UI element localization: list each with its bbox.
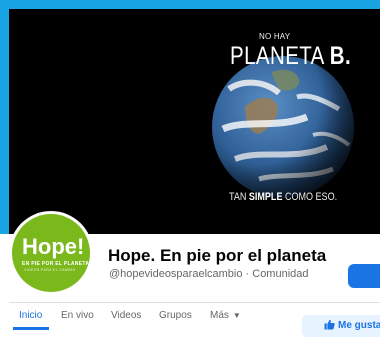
avatar-logo: Hope! EN PIE POR EL PLANETA VIDEOS PARA … (12, 214, 90, 292)
primary-action-button[interactable] (348, 264, 380, 288)
tab-grupos[interactable]: Grupos (159, 310, 192, 321)
cover-headline: PLANETA B. (230, 42, 351, 71)
tab-en-vivo[interactable]: En vivo (61, 310, 94, 321)
left-frame-strip (0, 9, 9, 234)
tab-mas-label: Más (210, 310, 229, 321)
cover-tagline-post: COMO ESO. (284, 191, 338, 203)
cover-tagline-pre: TAN (229, 191, 247, 203)
top-frame-strip (0, 0, 380, 9)
cover-small-text: NO HAY (259, 32, 291, 41)
avatar-tagline: EN PIE POR EL PLANETA (22, 261, 90, 267)
tab-mas[interactable]: Más ▼ (210, 310, 241, 321)
like-button-label: Me gusta (338, 320, 380, 331)
avatar-subtagline: VIDEOS PARA EL CAMBIO (24, 268, 76, 272)
page-title: Hope. En pie por el planeta (108, 246, 327, 265)
caret-down-icon: ▼ (232, 311, 241, 320)
tab-inicio[interactable]: Inicio (19, 310, 42, 321)
cover-tagline: TAN SIMPLE COMO ESO. (229, 191, 337, 203)
avatar[interactable]: Hope! EN PIE POR EL PLANETA VIDEOS PARA … (9, 211, 93, 295)
cover-headline-main: PLANETA (230, 42, 324, 70)
like-button[interactable]: Me gusta (302, 315, 380, 337)
avatar-logo-text: Hope! (22, 234, 85, 259)
divider (9, 302, 380, 303)
thumbs-up-icon (324, 319, 335, 330)
cover-photo[interactable]: NO HAY PLANETA B. TAN SIMPLE COMO ESO. (9, 9, 380, 234)
tab-videos[interactable]: Videos (111, 310, 141, 321)
cover-tagline-strong: SIMPLE (248, 191, 283, 203)
cover-headline-strong: B. (329, 42, 352, 70)
page-handle: @hopevideosparaelcambio · Comunidad (109, 268, 309, 280)
